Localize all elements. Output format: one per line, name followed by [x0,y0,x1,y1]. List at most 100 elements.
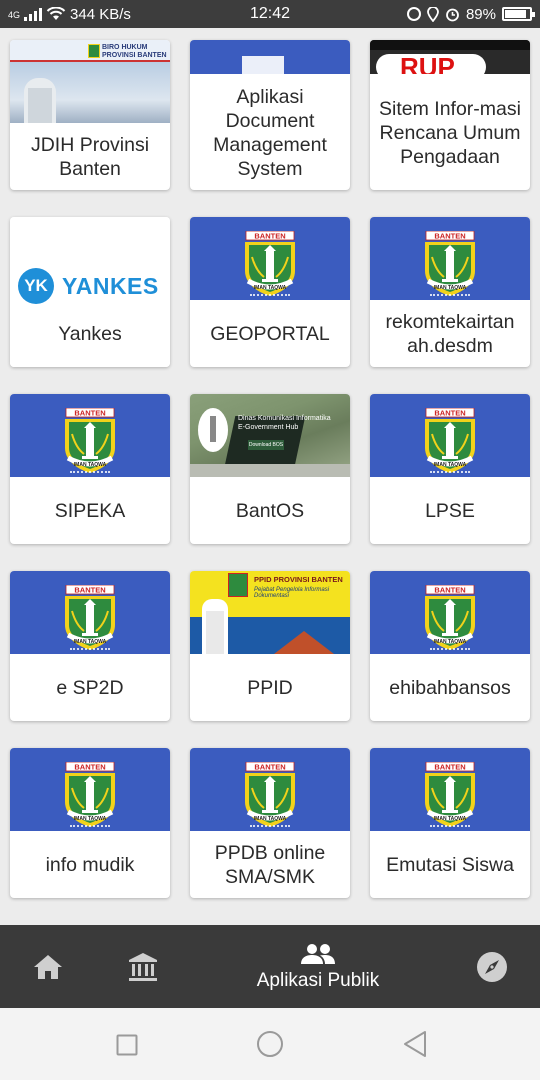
app-root: 4G 344 KB/s 12:42 89% BIRO HUKUM PROVINSI… [0,0,540,1080]
banten-emblem-icon: BANTEN IMAN TAQWA [65,585,115,650]
app-card-label: SIPEKA [54,499,126,522]
app-thumbnail: BANTEN IMAN TAQWA [370,571,530,654]
app-card-label: rekomtekairtan ah.desdm [385,310,515,357]
app-card[interactable]: BANTEN IMAN TAQWA ehibahbansos [370,571,530,721]
banten-emblem-icon: BANTEN IMAN TAQWA [425,585,475,650]
emblem-bottom-text: IMAN TAQWA [434,462,467,468]
banten-emblem-icon: BANTEN IMAN TAQWA [245,762,295,827]
app-card-label: Sitem Infor-masi Rencana Umum Pengadaan [379,98,521,168]
emblem-bottom-text: IMAN TAQWA [254,285,287,291]
app-card[interactable]: RUP Sitem Infor-masi Rencana Umum Pengada… [370,40,530,190]
app-thumbnail: BANTEN IMAN TAQWA [190,748,350,831]
app-thumbnail: RUP [370,40,530,74]
people-icon [301,943,335,964]
emblem-top-text: BANTEN [434,763,465,772]
app-thumbnail: BANTEN IMAN TAQWA [10,394,170,477]
compass-icon [477,951,507,982]
system-nav-bar [0,1008,540,1080]
bantos-download-button: Download BOS [248,440,284,450]
jdih-banner-text: BIRO HUKUM PROVINSI BANTEN [102,44,167,59]
banten-emblem-icon: BANTEN IMAN TAQWA [245,231,295,296]
banten-emblem-icon: BANTEN IMAN TAQWA [425,762,475,827]
home-icon [34,954,62,979]
signal-icon [24,7,43,21]
emblem-bottom-text: IMAN TAQWA [434,639,467,645]
banten-emblem-icon: BANTEN IMAN TAQWA [65,408,115,473]
app-card[interactable]: Aplikasi Document Management System [190,40,350,190]
ppid-banner-subtitle: Pejabat Pengelola Informasi Dokumentasi [254,587,330,599]
app-card-label: e SP2D [56,676,124,699]
app-card-label: ehibahbansos [389,676,511,699]
app-card-label: Yankes [58,322,122,345]
emblem-bottom-text: IMAN TAQWA [74,816,107,822]
home-button-icon[interactable] [256,1030,284,1058]
nav-explore[interactable] [462,925,522,1008]
emblem-top-text: BANTEN [434,409,465,418]
alarm-icon [446,8,459,21]
bottom-nav: Aplikasi Publik [0,925,540,1008]
app-thumbnail: BANTEN IMAN TAQWA [10,571,170,654]
app-card[interactable]: BANTEN IMAN TAQWA PPDB online SMA/SMK [190,748,350,898]
app-card[interactable]: BANTEN IMAN TAQWA GEOPORTAL [190,217,350,367]
app-card-label: Aplikasi Document Management System [213,86,327,180]
emblem-top-text: BANTEN [74,409,105,418]
emblem-top-text: BANTEN [254,763,285,772]
banten-emblem-icon: BANTEN IMAN TAQWA [425,231,475,296]
nav-institution[interactable] [113,925,173,1008]
app-card[interactable]: BANTEN IMAN TAQWA Emutasi Siswa [370,748,530,898]
emblem-top-text: BANTEN [434,232,465,241]
nav-home[interactable] [18,925,78,1008]
app-card[interactable]: BANTEN IMAN TAQWA info mudik [10,748,170,898]
location-icon [427,6,439,22]
app-card[interactable]: BANTEN IMAN TAQWA e SP2D [10,571,170,721]
app-card-label: JDIH Provinsi Banten [30,133,150,180]
app-card-label: BantOS [235,499,305,522]
yankes-logo-text: YANKES [62,273,159,299]
app-thumbnail: BANTEN IMAN TAQWA [190,217,350,300]
app-card[interactable]: Dinas Komunikasi Informatika E-Government… [190,394,350,544]
app-card[interactable]: YK YANKES Yankes [10,217,170,367]
emblem-bottom-text: IMAN TAQWA [74,462,107,468]
lock-rotation-icon [406,7,421,21]
app-thumbnail: BANTEN IMAN TAQWA [10,748,170,831]
battery-percent: 89% [465,5,496,23]
nav-aplikasi-publik[interactable]: Aplikasi Publik [228,925,408,1008]
emblem-bottom-text: IMAN TAQWA [434,285,467,291]
app-thumbnail: BANTEN IMAN TAQWA [370,394,530,477]
app-card-label: PPID [247,676,293,699]
app-card[interactable]: BIRO HUKUM PROVINSI BANTEN JDIH Provinsi B… [10,40,170,190]
app-thumbnail: PPID PROVINSI BANTEN Pejabat Pengelola In… [190,571,350,654]
app-card-label: Emutasi Siswa [386,853,514,876]
back-icon[interactable] [402,1030,428,1058]
emblem-bottom-text: IMAN TAQWA [254,816,287,822]
wifi-icon [46,7,66,20]
emblem-top-text: BANTEN [434,586,465,595]
app-thumbnail: BIRO HUKUM PROVINSI BANTEN [10,40,170,123]
bantos-overlay-text: Dinas Komunikasi Informatika E-Government… [238,415,331,431]
status-bar: 4G 344 KB/s 12:42 89% [0,0,540,28]
ppid-banner-title: PPID PROVINSI BANTEN [254,575,343,584]
app-card[interactable]: PPID PROVINSI BANTEN Pejabat Pengelola In… [190,571,350,721]
network-type: 4G [8,9,21,20]
banten-emblem-icon: BANTEN IMAN TAQWA [425,408,475,473]
app-thumbnail [190,40,350,74]
app-grid[interactable]: BIRO HUKUM PROVINSI BANTEN JDIH Provinsi B… [0,28,540,925]
emblem-top-text: BANTEN [74,586,105,595]
app-card-label: PPDB online SMA/SMK [214,841,326,888]
app-card[interactable]: BANTEN IMAN TAQWA rekomtekairtan ah.desdm [370,217,530,367]
emblem-top-text: BANTEN [254,232,285,241]
app-thumbnail: BANTEN IMAN TAQWA [370,217,530,300]
app-card-label: LPSE [425,499,475,522]
battery-icon [502,7,535,21]
app-thumbnail: Dinas Komunikasi Informatika E-Government… [190,394,350,477]
nav-aplikasi-publik-label: Aplikasi Publik [256,969,380,991]
recent-apps-icon[interactable] [116,1034,138,1056]
app-card-label: info mudik [45,853,135,876]
banten-emblem-icon: BANTEN IMAN TAQWA [65,762,115,827]
rup-banner-text: RUP [400,52,455,74]
network-speed: 344 KB/s [70,5,131,23]
app-card[interactable]: BANTEN IMAN TAQWA SIPEKA [10,394,170,544]
institution-icon [129,952,157,981]
yankes-logo-mark: YK [18,268,54,304]
app-card[interactable]: BANTEN IMAN TAQWA LPSE [370,394,530,544]
